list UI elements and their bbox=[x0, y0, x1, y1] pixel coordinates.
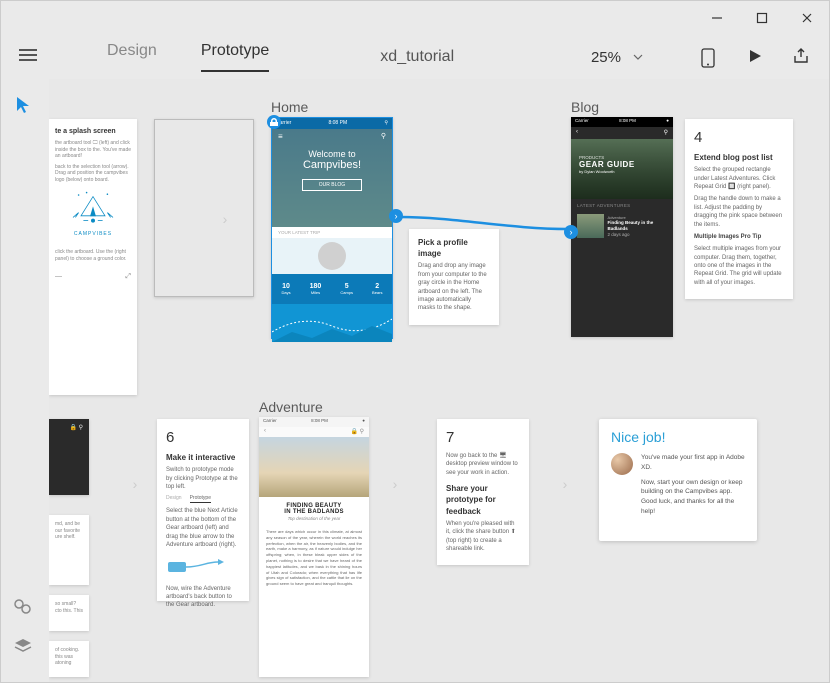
share-icon[interactable] bbox=[793, 48, 811, 66]
artboard-label-adventure[interactable]: Adventure bbox=[259, 399, 323, 415]
partial-dark-artboard: 🔒 ⚲ bbox=[49, 419, 89, 495]
document-title: xd_tutorial bbox=[380, 48, 454, 66]
chevron-icon: › bbox=[129, 474, 141, 494]
assets-icon[interactable] bbox=[13, 596, 37, 620]
home-wire-handle[interactable]: › bbox=[389, 209, 403, 223]
home-map bbox=[272, 304, 392, 342]
maximize-button[interactable] bbox=[739, 1, 784, 35]
tab-prototype[interactable]: Prototype bbox=[183, 42, 287, 72]
artboard-label-home[interactable]: Home bbox=[271, 99, 308, 115]
minimize-button[interactable] bbox=[694, 1, 739, 35]
blog-post-item: Adventure Finding Beauty in the Badlands… bbox=[571, 212, 673, 240]
partial-card-b: so small? cto this. This bbox=[49, 595, 89, 631]
window-titlebar bbox=[1, 1, 829, 35]
close-button[interactable] bbox=[784, 1, 829, 35]
chevron-icon: › bbox=[219, 209, 231, 229]
play-preview-icon[interactable] bbox=[747, 48, 765, 66]
tab-design[interactable]: Design bbox=[89, 42, 175, 72]
instruction-card-6: 6 Make it interactive Switch to prototyp… bbox=[157, 419, 249, 601]
artboard-blog[interactable]: Carrier8:08 PM● ‹⚲ PRODUCTS GEAR GUIDE b… bbox=[571, 117, 673, 337]
profile-image-placeholder bbox=[318, 242, 346, 270]
instruction-card-splash: te a splash screen the artboard tool 🖵 (… bbox=[49, 119, 137, 395]
home-flow-anchor[interactable] bbox=[267, 115, 281, 129]
chevron-icon: › bbox=[389, 474, 401, 494]
device-preview-icon[interactable] bbox=[701, 48, 719, 66]
expand-icon[interactable]: ⤢ bbox=[125, 272, 131, 281]
blog-wire-target[interactable]: › bbox=[564, 225, 578, 239]
avatar bbox=[611, 453, 633, 475]
partial-card-a: md, and be our favorite ure shelf. bbox=[49, 515, 89, 585]
artboard-label-blog[interactable]: Blog bbox=[571, 99, 599, 115]
our-blog-button: OUR BLOG bbox=[302, 179, 362, 191]
campvibes-logo-illustration: CAMPVIBES bbox=[55, 183, 131, 243]
zoom-dropdown-chevron[interactable] bbox=[633, 52, 643, 63]
artboard-home[interactable]: Carrier8:08 PM⚲ ≡ ⚲ Welcome to Campvibes… bbox=[271, 117, 393, 339]
blog-hero: PRODUCTS GEAR GUIDE by Dylan Woolworth bbox=[571, 139, 673, 199]
blog-nav: ‹⚲ bbox=[571, 127, 673, 139]
left-toolbar bbox=[1, 79, 49, 682]
hamburger-menu[interactable] bbox=[19, 46, 41, 68]
artboard-adventure[interactable]: Carrier8:08 PM● ‹🔒 ⚲ FINDING BEAUTYIN TH… bbox=[259, 417, 369, 677]
empty-artboard[interactable] bbox=[154, 119, 254, 297]
top-toolbar: Design Prototype xd_tutorial 25% bbox=[1, 35, 829, 79]
page-indicator: — bbox=[55, 272, 62, 281]
select-tool[interactable] bbox=[13, 95, 37, 119]
instruction-card-4: 4 Extend blog post list Select the group… bbox=[685, 119, 793, 299]
home-stats: 10Days 180Miles 5Camps 2Bears bbox=[272, 274, 392, 304]
instruction-card-7: 7 Now go back to the 🖥 desktop preview w… bbox=[437, 419, 529, 565]
instruction-card-pick: Pick a profile image Drag and drop any i… bbox=[409, 229, 499, 325]
chevron-icon: › bbox=[559, 474, 571, 494]
layers-icon[interactable] bbox=[13, 636, 37, 660]
search-icon: ⚲ bbox=[381, 132, 386, 140]
home-hero: ≡ ⚲ Welcome to Campvibes! OUR BLOG bbox=[272, 129, 392, 227]
zoom-value[interactable]: 25% bbox=[591, 49, 621, 66]
canvas[interactable]: te a splash screen the artboard tool 🖵 (… bbox=[49, 79, 829, 682]
partial-card-c: of cooking. this was atoning bbox=[49, 641, 89, 677]
home-status-bar: Carrier8:08 PM⚲ bbox=[272, 118, 392, 129]
menu-icon: ≡ bbox=[278, 132, 283, 141]
nice-job-card: Nice job! You've made your first app in … bbox=[599, 419, 757, 541]
